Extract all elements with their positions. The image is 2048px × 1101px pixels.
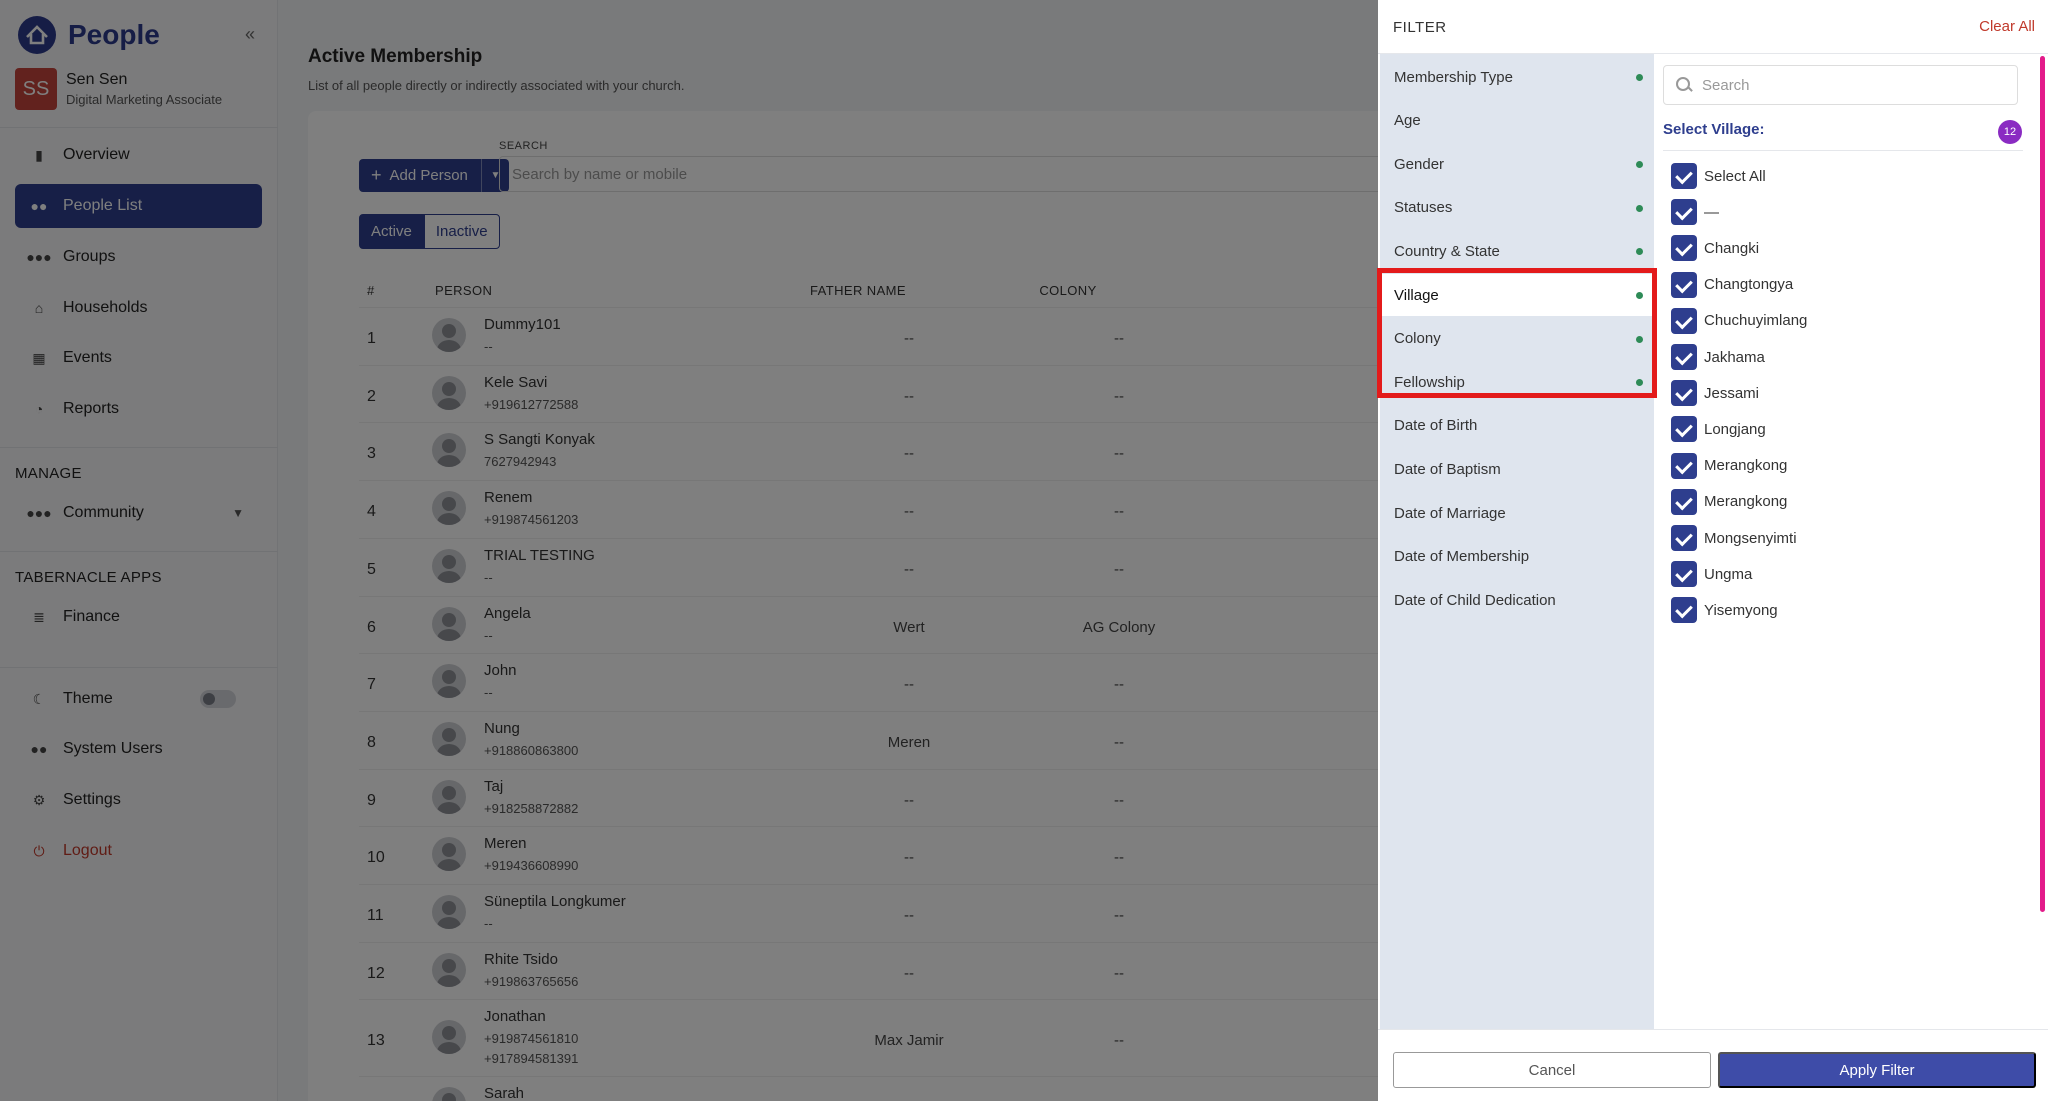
village-option[interactable]: Changtongya [1671,271,1794,298]
modal-backdrop[interactable] [0,0,1378,1101]
village-option[interactable]: Jakhama [1671,344,1765,370]
checkbox-checked-icon[interactable] [1671,163,1697,189]
annotation-highlight-box [1377,268,1657,398]
filter-category-date-of-membership[interactable]: Date of Membership [1380,536,1654,578]
filter-header: FILTER Clear All [1378,0,2048,54]
village-option[interactable]: Changki [1671,235,1760,262]
active-filter-dot-icon [1636,248,1643,256]
village-option-label: Chuchuyimlang [1704,312,1808,330]
village-option[interactable]: Chuchuyimlang [1671,307,1808,334]
village-option[interactable]: Merangkong [1671,488,1788,515]
filter-options-pane: Select Village: 12 Select All — Changki Cha… [1654,54,2048,1029]
village-option-label: Ungma [1704,565,1753,583]
village-option-label: Yisemyong [1704,601,1778,619]
checkbox-checked-icon[interactable] [1671,380,1697,407]
checkbox-checked-icon[interactable] [1671,452,1697,479]
filter-title: FILTER [1393,19,1447,36]
filter-category-label: Country & State [1394,242,1500,260]
village-option-label: Select All [1704,167,1766,185]
village-option-label: Jakhama [1704,348,1765,366]
village-search-input[interactable] [1702,76,2002,94]
filter-category-date-of-baptism[interactable]: Date of Baptism [1380,448,1654,490]
village-option-label: Changki [1704,239,1760,257]
select-village-title: Select Village: [1663,121,1765,138]
filter-category-label: Membership Type [1394,68,1513,86]
village-option[interactable]: Merangkong [1671,452,1788,479]
active-filter-dot-icon [1636,74,1643,81]
apply-filter-button[interactable]: Apply Filter [1718,1052,2036,1088]
checkbox-checked-icon[interactable] [1671,199,1697,226]
checkbox-checked-icon[interactable] [1671,561,1697,588]
checkbox-checked-icon[interactable] [1671,344,1697,370]
village-option[interactable]: Longjang [1671,416,1766,443]
checkbox-checked-icon[interactable] [1671,235,1697,262]
filter-footer: Cancel Apply Filter [1378,1029,2048,1101]
checkbox-checked-icon[interactable] [1671,488,1697,515]
filter-category-list: Membership Type Age Gender Statuses Country … [1380,54,1654,1029]
filter-category-label: Date of Marriage [1394,504,1506,522]
filter-category-date-of-birth[interactable]: Date of Birth [1380,405,1654,447]
village-option[interactable]: Yisemyong [1671,597,1778,624]
village-option-label: Changtongya [1704,276,1794,294]
village-option-label: Merangkong [1704,493,1788,511]
village-option[interactable]: — [1671,199,1719,226]
filter-category-age[interactable]: Age [1380,100,1654,142]
active-filter-dot-icon [1636,204,1643,212]
checkbox-checked-icon[interactable] [1671,416,1697,443]
clear-all-button[interactable]: Clear All [1979,18,2035,35]
filter-category-date-of-child-dedication[interactable]: Date of Child Dedication [1380,579,1654,621]
filter-category-statuses[interactable]: Statuses [1380,187,1654,229]
filter-category-label: Date of Child Dedication [1394,591,1556,609]
divider [1663,150,2023,151]
village-option[interactable]: Jessami [1671,380,1760,407]
options-scrollbar[interactable] [2040,56,2045,912]
checkbox-checked-icon[interactable] [1671,307,1697,334]
village-option-label: Longjang [1704,420,1766,438]
selected-count-badge: 12 [1998,120,2022,144]
village-option-label: Mongsenyimti [1704,529,1797,547]
filter-category-date-of-marriage[interactable]: Date of Marriage [1380,492,1654,534]
filter-category-label: Date of Membership [1394,548,1530,566]
checkbox-checked-icon[interactable] [1671,525,1697,551]
filter-category-label: Gender [1394,155,1445,173]
filter-category-label: Date of Baptism [1394,460,1501,478]
filter-category-label: Age [1394,112,1421,130]
filter-category-membership-type[interactable]: Membership Type [1380,56,1654,98]
active-filter-dot-icon [1636,161,1643,169]
search-icon [1676,77,1692,93]
filter-category-label: Date of Birth [1394,417,1478,435]
cancel-button[interactable]: Cancel [1393,1052,1711,1088]
filter-drawer: FILTER Clear All Membership Type Age Gende… [1378,0,2048,1101]
select-all-option[interactable]: Select All [1671,163,1766,189]
filter-category-label: Statuses [1394,199,1453,217]
filter-category-country-state[interactable]: Country & State [1380,230,1654,272]
village-option-label: — [1704,203,1719,221]
village-option-label: Jessami [1704,384,1760,402]
village-option-label: Merangkong [1704,457,1788,475]
checkbox-checked-icon[interactable] [1671,271,1697,298]
village-search[interactable] [1663,65,2018,105]
filter-category-gender[interactable]: Gender [1380,143,1654,185]
checkbox-checked-icon[interactable] [1671,597,1697,624]
village-option[interactable]: Mongsenyimti [1671,525,1797,551]
village-option[interactable]: Ungma [1671,561,1753,588]
